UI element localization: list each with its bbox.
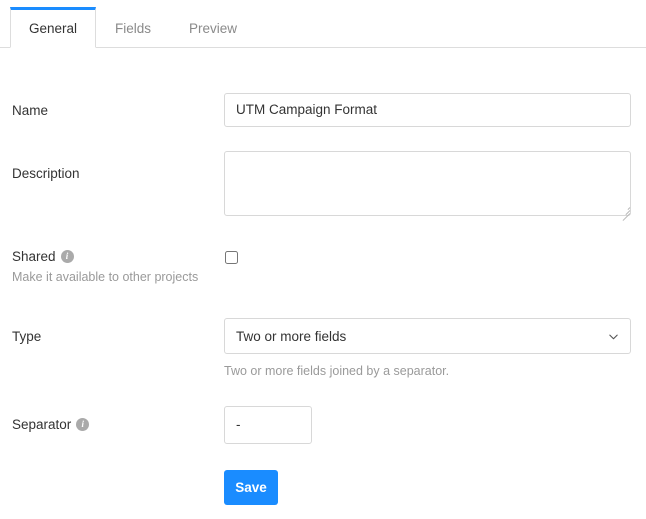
info-icon[interactable]: i [76,418,90,431]
type-select-value: Two or more fields [236,328,347,344]
shared-checkbox[interactable] [225,251,238,264]
name-input[interactable] [224,93,631,127]
type-helper-text: Two or more fields joined by a separator… [224,364,450,378]
tab-bar: General Fields Preview [0,0,646,48]
name-label: Name [12,103,49,118]
save-button[interactable]: Save [224,470,278,505]
tab-fields-label: Fields [115,20,152,36]
description-label: Description [12,166,80,181]
type-select[interactable]: Two or more fields [224,318,631,354]
separator-input[interactable] [224,406,312,444]
tab-preview-label: Preview [189,20,238,36]
tab-fields[interactable]: Fields [96,9,170,47]
shared-label: Shared i [12,249,74,264]
tab-general[interactable]: General [10,7,97,48]
info-icon[interactable]: i [60,250,74,263]
type-label: Type [12,329,42,344]
separator-label: Separator i [12,417,90,432]
tab-general-label: General [29,21,78,36]
description-textarea[interactable] [224,151,631,216]
shared-sublabel: Make it available to other projects [12,270,199,284]
chevron-down-icon [609,334,618,339]
tab-preview[interactable]: Preview [170,9,256,47]
